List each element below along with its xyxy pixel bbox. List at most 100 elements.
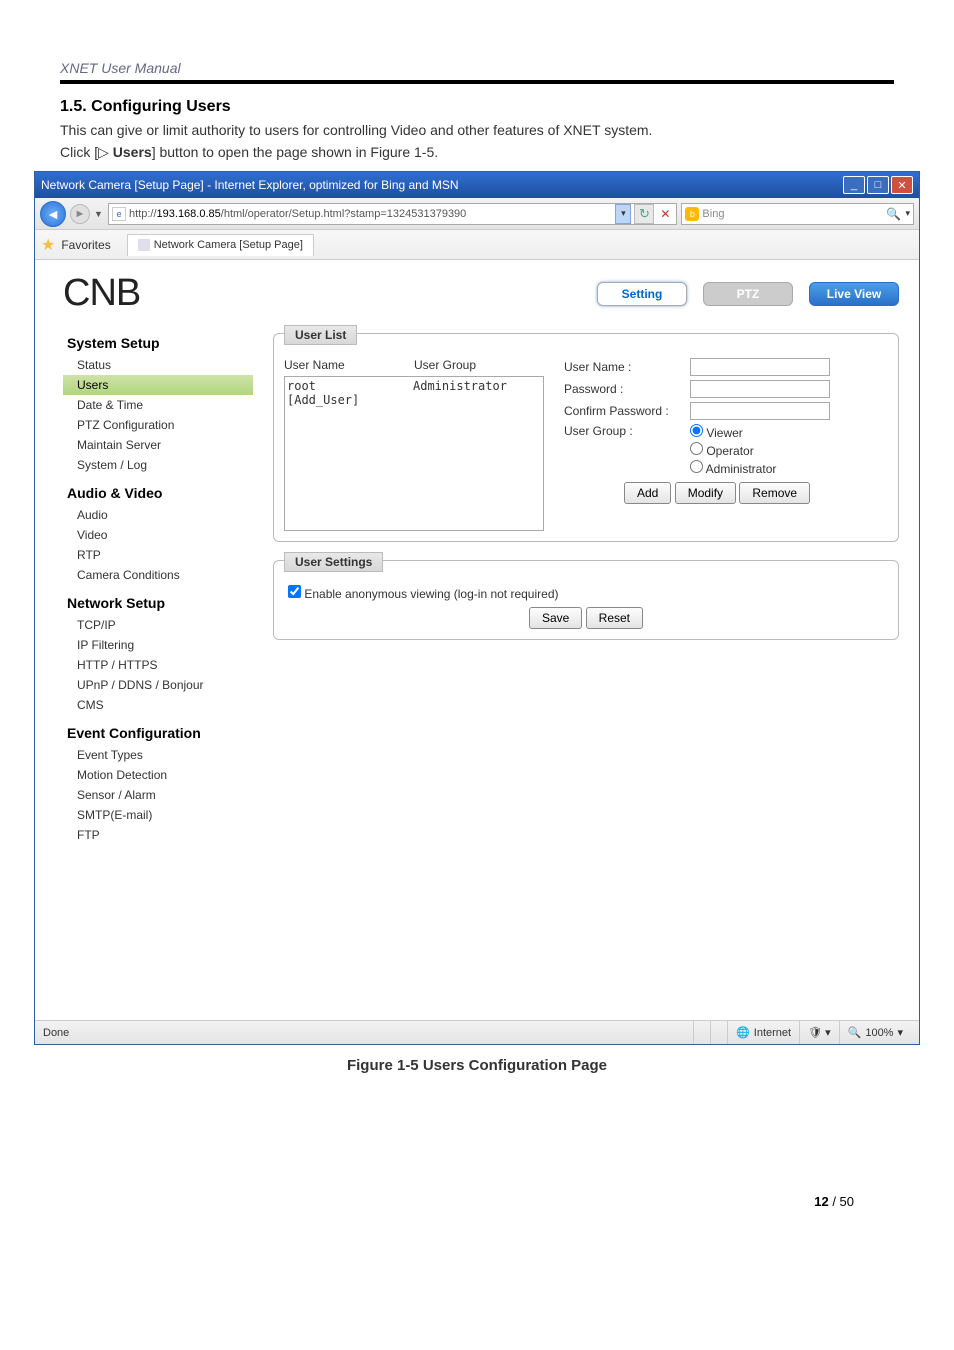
address-dropdown[interactable]: ▾ [615,204,631,224]
modify-button[interactable]: Modify [675,482,736,504]
address-text: http://193.168.0.85/html/operator/Setup.… [129,208,612,220]
nav-camera-cond[interactable]: Camera Conditions [63,565,253,585]
minimize-button[interactable]: _ [843,176,865,194]
favorites-label[interactable]: Favorites [61,238,110,252]
nav-cms[interactable]: CMS [63,695,253,715]
maximize-button[interactable]: □ [867,176,889,194]
user-group-radios: Viewer Operator Administrator [690,424,810,476]
user-name-input[interactable] [690,358,830,376]
window-title: Network Camera [Setup Page] - Internet E… [41,178,843,192]
user-row[interactable]: [Add_User] [287,393,541,407]
nav-ftp[interactable]: FTP [63,825,253,845]
page-icon: e [112,207,126,221]
status-bar: Done 🌐 Internet 🛡 ▾ 🔍 100% ▾ [35,1020,919,1044]
back-button[interactable]: ◄ [40,201,66,227]
nav-dropdown[interactable]: ▼ [94,209,104,219]
save-button[interactable]: Save [529,607,582,629]
user-settings-box: User Settings Enable anonymous viewing (… [273,560,899,640]
col-user-name: User Name [284,358,414,372]
user-table-header: User Name User Group [284,354,544,376]
logo: CNB [63,272,140,315]
anon-viewing-label[interactable]: Enable anonymous viewing (log-in not req… [288,587,559,601]
status-cell-empty2 [710,1021,727,1044]
stop-button[interactable]: ✕ [657,204,673,224]
nav-tcpip[interactable]: TCP/IP [63,615,253,635]
search-placeholder: Bing [702,208,881,220]
radio-viewer[interactable] [690,424,703,437]
user-row-group: Administrator [413,379,507,393]
browser-tab[interactable]: Network Camera [Setup Page] [127,234,314,256]
tab-icon [138,239,150,251]
nav-title-net: Network Setup [67,595,253,611]
nav-ipfilter[interactable]: IP Filtering [63,635,253,655]
nav-event-types[interactable]: Event Types [63,745,253,765]
right-pane: User List User Name User Group root Admi… [273,333,899,855]
confirm-password-input[interactable] [690,402,830,420]
user-list[interactable]: root Administrator [Add_User] [284,376,544,531]
status-zoom[interactable]: 🔍 100% ▾ [839,1021,911,1044]
nav-system-log[interactable]: System / Log [63,455,253,475]
nav-group-net: Network Setup TCP/IP IP Filtering HTTP /… [63,595,253,715]
close-button[interactable]: ✕ [891,176,913,194]
radio-operator[interactable] [690,442,703,455]
reset-button[interactable]: Reset [586,607,643,629]
left-nav: System Setup Status Users Date & Time PT… [63,333,253,855]
main-columns: System Setup Status Users Date & Time PT… [63,333,899,855]
search-go-button[interactable]: 🔍 [884,205,902,223]
user-row-name: root [287,379,413,393]
radio-viewer-label[interactable]: Viewer [690,424,810,440]
nav-video[interactable]: Video [63,525,253,545]
password-input[interactable] [690,380,830,398]
anon-viewing-checkbox[interactable] [288,585,301,598]
ie-titlebar: Network Camera [Setup Page] - Internet E… [35,172,919,198]
status-protected[interactable]: 🛡 ▾ [799,1021,839,1044]
ie-toolbar: ◄ ► ▼ e http://193.168.0.85/html/operato… [35,198,919,230]
user-row-name: [Add_User] [287,393,413,407]
nav-upnp[interactable]: UPnP / DDNS / Bonjour [63,675,253,695]
nav-ptz-config[interactable]: PTZ Configuration [63,415,253,435]
nav-http[interactable]: HTTP / HTTPS [63,655,253,675]
refresh-button[interactable]: ↻ [634,204,654,224]
user-list-box: User List User Name User Group root Admi… [273,333,899,542]
page-body: CNB Setting PTZ Live View System Setup S… [35,260,919,1020]
status-cell-empty1 [693,1021,710,1044]
section-desc: This can give or limit authority to user… [60,122,894,138]
click-prefix: Click [▷ [60,144,113,160]
nav-title-event: Event Configuration [67,725,253,741]
search-box[interactable]: b Bing 🔍 ▾ [681,203,914,225]
nav-status[interactable]: Status [63,355,253,375]
status-zone: 🌐 Internet [727,1021,799,1044]
radio-admin-label[interactable]: Administrator [690,460,810,476]
forward-button[interactable]: ► [70,204,90,224]
nav-date-time[interactable]: Date & Time [63,395,253,415]
nav-maintain[interactable]: Maintain Server [63,435,253,455]
radio-operator-label[interactable]: Operator [690,442,810,458]
user-name-label: User Name : [564,360,684,374]
search-dropdown[interactable]: ▾ [905,208,910,219]
address-bar[interactable]: e http://193.168.0.85/html/operator/Setu… [108,203,677,225]
remove-button[interactable]: Remove [739,482,810,504]
doc-header: XNET User Manual [0,0,954,80]
nav-group-event: Event Configuration Event Types Motion D… [63,725,253,845]
nav-title-av: Audio & Video [67,485,253,501]
nav-audio[interactable]: Audio [63,505,253,525]
doc-divider [60,80,894,84]
click-users: Users [113,144,152,160]
setting-button[interactable]: Setting [597,282,687,306]
nav-smtp[interactable]: SMTP(E-mail) [63,805,253,825]
favorites-bar: ★ Favorites Network Camera [Setup Page] [35,230,919,260]
nav-group-system: System Setup Status Users Date & Time PT… [63,335,253,475]
nav-rtp[interactable]: RTP [63,545,253,565]
col-user-group: User Group [414,358,476,372]
ptz-button[interactable]: PTZ [703,282,793,306]
user-group-label: User Group : [564,424,684,438]
radio-admin[interactable] [690,460,703,473]
nav-users[interactable]: Users [63,375,253,395]
nav-motion[interactable]: Motion Detection [63,765,253,785]
nav-sensor[interactable]: Sensor / Alarm [63,785,253,805]
favorites-icon[interactable]: ★ [41,235,55,255]
user-row[interactable]: root Administrator [287,379,541,393]
add-button[interactable]: Add [624,482,671,504]
figure-caption: Figure 1-5 Users Configuration Page [0,1057,954,1074]
live-view-button[interactable]: Live View [809,282,899,306]
